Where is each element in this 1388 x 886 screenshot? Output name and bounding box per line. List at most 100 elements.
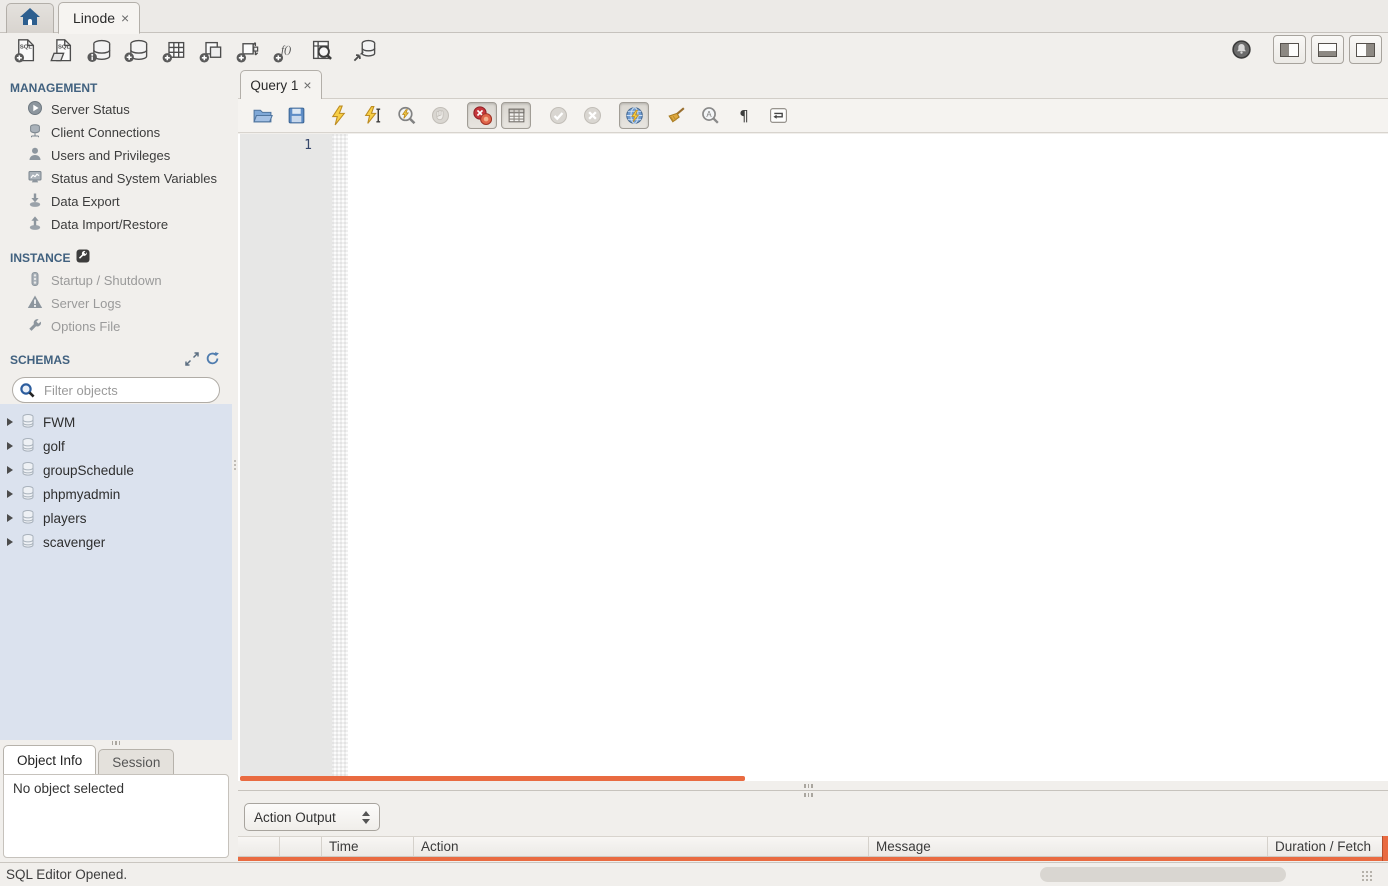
- limit-rows-icon[interactable]: [501, 102, 531, 129]
- object-info-text: No object selected: [13, 781, 124, 796]
- output-splitter[interactable]: [238, 783, 1388, 799]
- explain-icon[interactable]: [391, 102, 421, 129]
- new-query-tab-icon[interactable]: SQL: [8, 35, 42, 65]
- inspect-database-icon[interactable]: [82, 35, 116, 65]
- schema-item[interactable]: phpmyadmin: [0, 482, 232, 506]
- search-table-data-icon[interactable]: [304, 35, 338, 65]
- database-icon: [20, 533, 36, 552]
- toggle-left-panel-icon[interactable]: [1273, 35, 1306, 64]
- toggle-bottom-panel-icon[interactable]: [1311, 35, 1344, 64]
- close-icon[interactable]: ×: [303, 78, 311, 92]
- connection-tabbar: Linode ×: [0, 0, 1388, 33]
- sidebar-item-data-import[interactable]: Data Import/Restore: [0, 213, 232, 236]
- create-function-icon[interactable]: f(): [267, 35, 301, 65]
- execute-current-statement-icon[interactable]: [357, 102, 387, 129]
- toggle-right-panel-icon[interactable]: [1349, 35, 1382, 64]
- sql-editor-area: Query 1 ×: [238, 68, 1388, 862]
- home-tab[interactable]: [6, 3, 54, 33]
- execute-icon[interactable]: [323, 102, 353, 129]
- instance-section-header: INSTANCE: [10, 249, 232, 266]
- expander-icon[interactable]: [7, 514, 13, 522]
- database-icon: [20, 509, 36, 528]
- tab-object-info[interactable]: Object Info: [3, 745, 96, 774]
- server-status-icon: [27, 100, 43, 119]
- users-icon: [27, 146, 43, 165]
- open-file-icon[interactable]: [247, 102, 277, 129]
- tab-linode[interactable]: Linode ×: [58, 2, 140, 34]
- svg-text:SQL: SQL: [19, 44, 31, 50]
- create-table-icon[interactable]: [156, 35, 190, 65]
- management-section-header: MANAGEMENT: [10, 81, 232, 95]
- create-view-icon[interactable]: [193, 35, 227, 65]
- database-icon: [20, 485, 36, 504]
- expander-icon[interactable]: [7, 418, 13, 426]
- output-horizontal-scrollbar[interactable]: [238, 857, 1383, 861]
- find-icon[interactable]: A: [695, 102, 725, 129]
- output-vertical-scrollbar[interactable]: [1382, 836, 1388, 861]
- house-icon: [18, 6, 42, 31]
- schema-item[interactable]: groupSchedule: [0, 458, 232, 482]
- sidebar-item-users-and-privileges[interactable]: Users and Privileges: [0, 144, 232, 167]
- tab-session[interactable]: Session: [98, 749, 174, 774]
- create-schema-icon[interactable]: [119, 35, 153, 65]
- expander-icon[interactable]: [7, 466, 13, 474]
- column-header-duration[interactable]: Duration / Fetch: [1268, 837, 1383, 856]
- output-table-header: Time Action Message Duration / Fetch: [238, 836, 1383, 857]
- refresh-icon[interactable]: [205, 351, 220, 369]
- sidebar-item-status-system-variables[interactable]: Status and System Variables: [0, 167, 232, 190]
- schemas-section-header: SCHEMAS: [10, 351, 232, 369]
- commit-icon: [543, 102, 573, 129]
- toggle-autocommit-icon[interactable]: [619, 102, 649, 129]
- database-icon: [20, 461, 36, 480]
- sidebar-item-options-file[interactable]: Options File: [0, 315, 232, 338]
- system-variables-icon: [27, 169, 43, 188]
- data-export-icon: [27, 192, 43, 211]
- object-info-tabbar: Object Info Session: [3, 746, 232, 774]
- bottom-scrollbar-thumb[interactable]: [1040, 867, 1286, 882]
- schema-tree: FWM golf groupSchedule: [0, 404, 232, 740]
- sidebar-item-server-status[interactable]: Server Status: [0, 98, 232, 121]
- rollback-icon: [577, 102, 607, 129]
- sidebar-item-data-export[interactable]: Data Export: [0, 190, 232, 213]
- spinner-arrows-icon: [362, 811, 370, 824]
- line-number: 1: [240, 134, 332, 153]
- sidebar-item-startup-shutdown[interactable]: Startup / Shutdown: [0, 269, 232, 292]
- filter-objects-input[interactable]: [12, 377, 220, 403]
- notifications-icon[interactable]: [1231, 39, 1252, 60]
- sql-code-editor[interactable]: 1: [238, 134, 1388, 781]
- data-import-icon: [27, 215, 43, 234]
- editor-horizontal-scrollbar[interactable]: [240, 776, 745, 781]
- options-file-icon: [27, 317, 43, 336]
- show-invisibles-icon[interactable]: ¶: [729, 102, 759, 129]
- expander-icon[interactable]: [7, 442, 13, 450]
- column-header[interactable]: [238, 837, 280, 856]
- resize-grip-icon[interactable]: [1362, 871, 1374, 883]
- schema-item[interactable]: golf: [0, 434, 232, 458]
- open-sql-script-icon[interactable]: SQL: [45, 35, 79, 65]
- reconnect-dbms-icon[interactable]: [347, 35, 381, 65]
- expander-icon[interactable]: [7, 538, 13, 546]
- object-info-panel: No object selected: [3, 774, 229, 858]
- column-header-message[interactable]: Message: [869, 837, 1268, 856]
- save-script-icon[interactable]: [281, 102, 311, 129]
- create-routine-icon[interactable]: [230, 35, 264, 65]
- close-icon[interactable]: ×: [121, 11, 129, 25]
- main-toolbar: SQL SQL: [0, 32, 1388, 68]
- sidebar-item-server-logs[interactable]: Server Logs: [0, 292, 232, 315]
- column-header-action[interactable]: Action: [414, 837, 869, 856]
- tab-query-1[interactable]: Query 1 ×: [240, 70, 322, 99]
- schema-item[interactable]: scavenger: [0, 530, 232, 554]
- schema-item[interactable]: players: [0, 506, 232, 530]
- schema-item[interactable]: FWM: [0, 410, 232, 434]
- expander-icon[interactable]: [7, 490, 13, 498]
- sql-editor-toolbar: A ¶: [238, 98, 1388, 133]
- beautify-icon[interactable]: [661, 102, 691, 129]
- output-selector[interactable]: Action Output: [244, 803, 380, 831]
- toggle-wrap-icon[interactable]: [763, 102, 793, 129]
- server-logs-icon: [27, 294, 43, 313]
- toggle-stop-on-error-icon[interactable]: [467, 102, 497, 129]
- column-header-time[interactable]: Time: [322, 837, 414, 856]
- expand-icon[interactable]: [185, 352, 199, 369]
- column-header[interactable]: [280, 837, 322, 856]
- sidebar-item-client-connections[interactable]: Client Connections: [0, 121, 232, 144]
